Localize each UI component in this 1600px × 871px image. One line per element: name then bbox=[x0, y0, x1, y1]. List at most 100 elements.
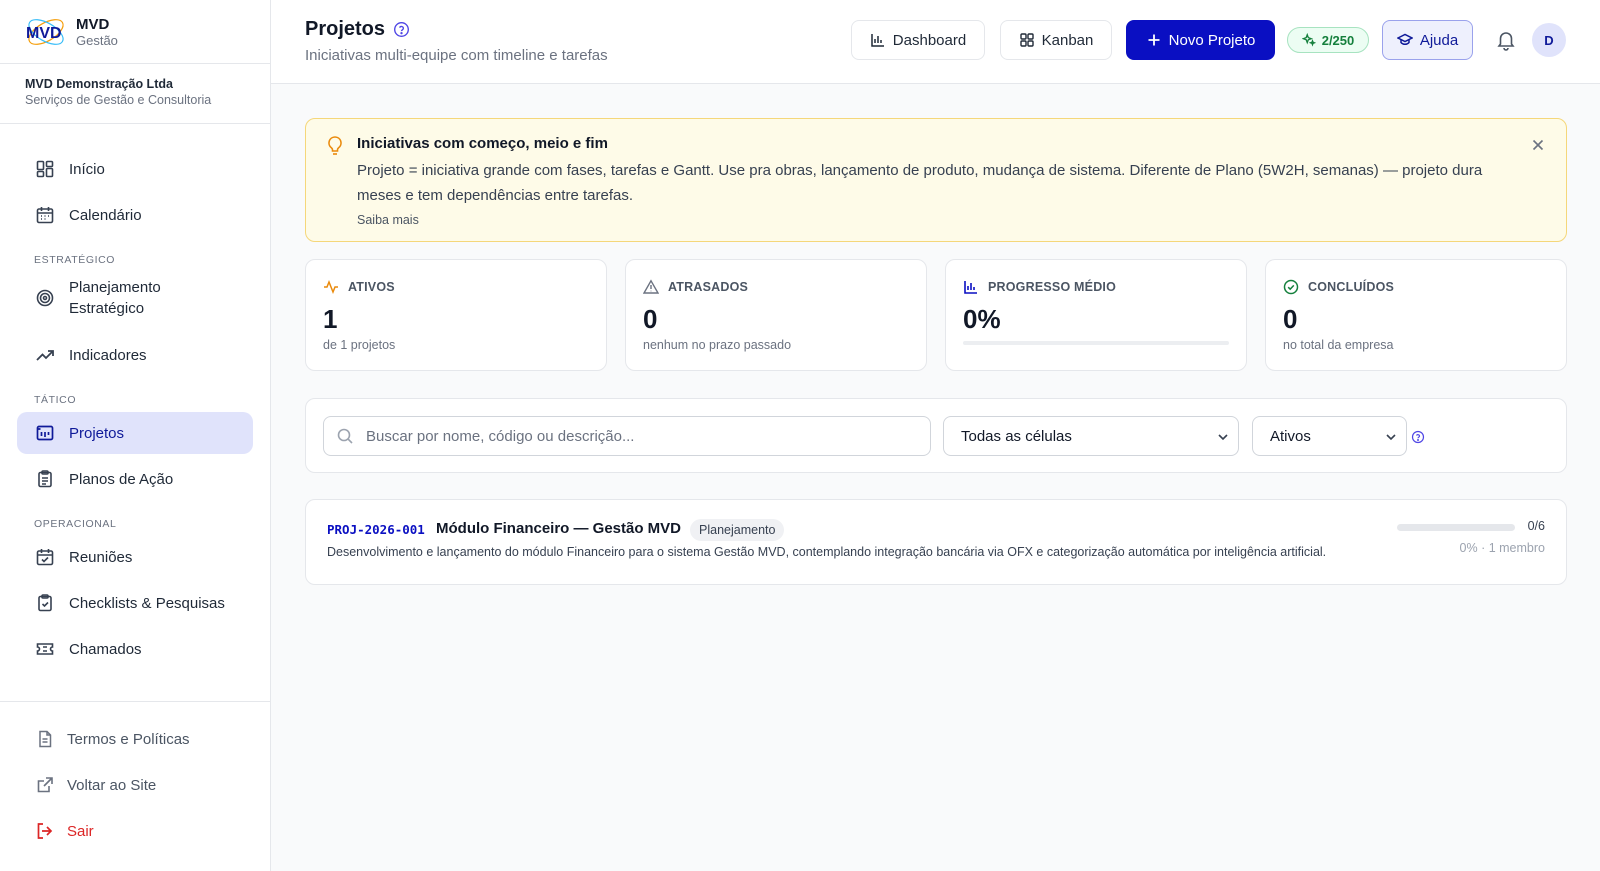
sidebar-item-termos[interactable]: Termos e Políticas bbox=[17, 718, 253, 760]
stat-label: ATIVOS bbox=[348, 280, 395, 294]
sidebar-item-label: Indicadores bbox=[69, 346, 147, 364]
sidebar-item-projetos[interactable]: Projetos bbox=[17, 412, 253, 454]
project-meta: 0% · 1 membro bbox=[1459, 541, 1545, 555]
sidebar-item-sair[interactable]: Sair bbox=[17, 810, 253, 852]
sidebar-item-planos[interactable]: Planos de Ação bbox=[17, 458, 253, 500]
document-icon bbox=[35, 729, 55, 749]
section-operacional: OPERACIONAL bbox=[34, 518, 117, 530]
check-circle-icon bbox=[1283, 279, 1299, 295]
status-badge: Planejamento bbox=[690, 519, 785, 541]
sidebar-item-inicio[interactable]: Início bbox=[17, 148, 253, 190]
sidebar-item-label: Sair bbox=[67, 822, 94, 840]
bar-chart-icon bbox=[870, 32, 886, 48]
sidebar-item-chamados[interactable]: Chamados bbox=[17, 628, 253, 670]
section-estrategico: ESTRATÉGICO bbox=[34, 254, 116, 266]
close-icon[interactable] bbox=[1530, 137, 1546, 153]
bell-icon[interactable] bbox=[1495, 29, 1517, 51]
project-name: Módulo Financeiro — Gestão MVD bbox=[436, 520, 682, 537]
kanban-button[interactable]: Kanban bbox=[1000, 20, 1112, 60]
stat-card-progress: PROGRESSO MÉDIO 0% bbox=[945, 259, 1247, 371]
filters-bar: Todas as células Ativos bbox=[305, 398, 1567, 473]
alert-description: Projeto = iniciativa grande com fases, t… bbox=[357, 162, 1483, 204]
brand-name: MVD bbox=[76, 15, 110, 33]
alert-title: Iniciativas com começo, meio e fim bbox=[357, 135, 608, 152]
project-description: Desenvolvimento e lançamento do módulo F… bbox=[327, 545, 1327, 559]
grid-icon bbox=[35, 159, 55, 179]
sidebar-item-label: Termos e Políticas bbox=[67, 730, 190, 748]
activity-icon bbox=[323, 279, 339, 295]
search-box[interactable] bbox=[323, 416, 931, 456]
sidebar-item-planejamento[interactable]: Planejamento Estratégico bbox=[17, 272, 253, 324]
stat-sub: no total da empresa bbox=[1283, 338, 1394, 352]
dashboard-label: Dashboard bbox=[892, 31, 967, 49]
sidebar-item-label: Planos de Ação bbox=[69, 470, 174, 488]
status-select[interactable]: Ativos bbox=[1252, 416, 1407, 456]
warning-icon bbox=[643, 279, 659, 295]
kanban-label: Kanban bbox=[1041, 31, 1094, 49]
plus-icon bbox=[1146, 32, 1162, 48]
clipboard-icon bbox=[35, 469, 55, 489]
stats-row: ATIVOS 1 de 1 projetos ATRASADOS 0 nenhu… bbox=[305, 259, 1567, 371]
graduation-cap-icon bbox=[1396, 32, 1413, 48]
sidebar-item-checklists[interactable]: Checklists & Pesquisas bbox=[17, 582, 253, 624]
sidebar-item-label: Início bbox=[69, 160, 105, 178]
page-title-text: Projetos bbox=[305, 18, 386, 40]
main-content: Iniciativas com começo, meio e fim Proje… bbox=[305, 118, 1567, 585]
lightbulb-icon bbox=[325, 135, 345, 157]
svg-text:MVD: MVD bbox=[26, 25, 62, 42]
quota-text: 2/250 bbox=[1321, 32, 1355, 48]
sidebar-item-label: Projetos bbox=[69, 424, 125, 442]
quota-badge[interactable]: 2/250 bbox=[1287, 27, 1369, 53]
kanban-icon bbox=[1019, 32, 1035, 48]
target-icon bbox=[35, 288, 55, 308]
learn-more-link[interactable]: Saiba mais bbox=[357, 213, 419, 227]
stat-value: 0 bbox=[1283, 304, 1298, 334]
trending-up-icon bbox=[35, 345, 55, 365]
stat-sub: nenhum no prazo passado bbox=[643, 338, 792, 352]
external-link-icon bbox=[35, 775, 55, 795]
sidebar-item-label: Voltar ao Site bbox=[67, 776, 157, 794]
help-circle-icon[interactable] bbox=[1411, 430, 1425, 444]
sidebar-item-label: Chamados bbox=[69, 640, 142, 658]
bar-chart-icon bbox=[963, 279, 979, 295]
company-tagline: Serviços de Gestão e Consultoria bbox=[25, 93, 212, 107]
stat-label: CONCLUÍDOS bbox=[1308, 280, 1395, 294]
sidebar-item-label: Calendário bbox=[69, 206, 142, 224]
chevron-down-icon bbox=[1216, 430, 1230, 444]
search-icon bbox=[336, 427, 354, 445]
calendar-check-icon bbox=[35, 547, 55, 567]
project-card[interactable]: PROJ-2026-001 Módulo Financeiro — Gestão… bbox=[305, 499, 1567, 585]
help-circle-icon[interactable] bbox=[393, 21, 410, 38]
project-code: PROJ-2026-001 bbox=[327, 522, 425, 537]
company-name: MVD Demonstração Ltda bbox=[25, 77, 173, 91]
cells-select[interactable]: Todas as células bbox=[943, 416, 1239, 456]
sidebar-item-label: Reuniões bbox=[69, 548, 133, 566]
stat-card-active: ATIVOS 1 de 1 projetos bbox=[305, 259, 607, 371]
projects-icon bbox=[35, 423, 55, 443]
company-info[interactable]: MVD Demonstração Ltda Serviços de Gestão… bbox=[0, 64, 270, 124]
search-input[interactable] bbox=[366, 427, 906, 445]
info-alert: Iniciativas com começo, meio e fim Proje… bbox=[305, 118, 1567, 242]
page-subtitle: Iniciativas multi-equipe com timeline e … bbox=[305, 47, 608, 64]
sidebar-item-voltar-site[interactable]: Voltar ao Site bbox=[17, 764, 253, 806]
calendar-icon bbox=[35, 205, 55, 225]
sidebar-item-calendario[interactable]: Calendário bbox=[17, 194, 253, 236]
sidebar-item-reunioes[interactable]: Reuniões bbox=[17, 536, 253, 578]
sidebar-item-indicadores[interactable]: Indicadores bbox=[17, 334, 253, 376]
avatar[interactable]: D bbox=[1532, 23, 1566, 57]
cells-select-value: Todas as células bbox=[961, 427, 1072, 445]
dashboard-button[interactable]: Dashboard bbox=[851, 20, 985, 60]
project-task-count: 0/6 bbox=[1527, 519, 1545, 533]
brand-sub: Gestão bbox=[76, 32, 118, 48]
stat-value: 0 bbox=[643, 304, 658, 334]
sidebar-item-label: Planejamento Estratégico bbox=[69, 277, 161, 319]
page-title: Projetos bbox=[305, 18, 410, 41]
help-button[interactable]: Ajuda bbox=[1382, 20, 1473, 60]
logout-icon bbox=[35, 821, 55, 841]
new-project-button[interactable]: Novo Projeto bbox=[1126, 20, 1275, 60]
page-header: Projetos Iniciativas multi-equipe com ti… bbox=[271, 0, 1600, 84]
brand[interactable]: MVD MVD Gestão bbox=[0, 0, 270, 64]
sidebar-item-label: Checklists & Pesquisas bbox=[69, 594, 225, 612]
new-project-label: Novo Projeto bbox=[1168, 31, 1256, 49]
project-progress-bar bbox=[1397, 524, 1515, 531]
